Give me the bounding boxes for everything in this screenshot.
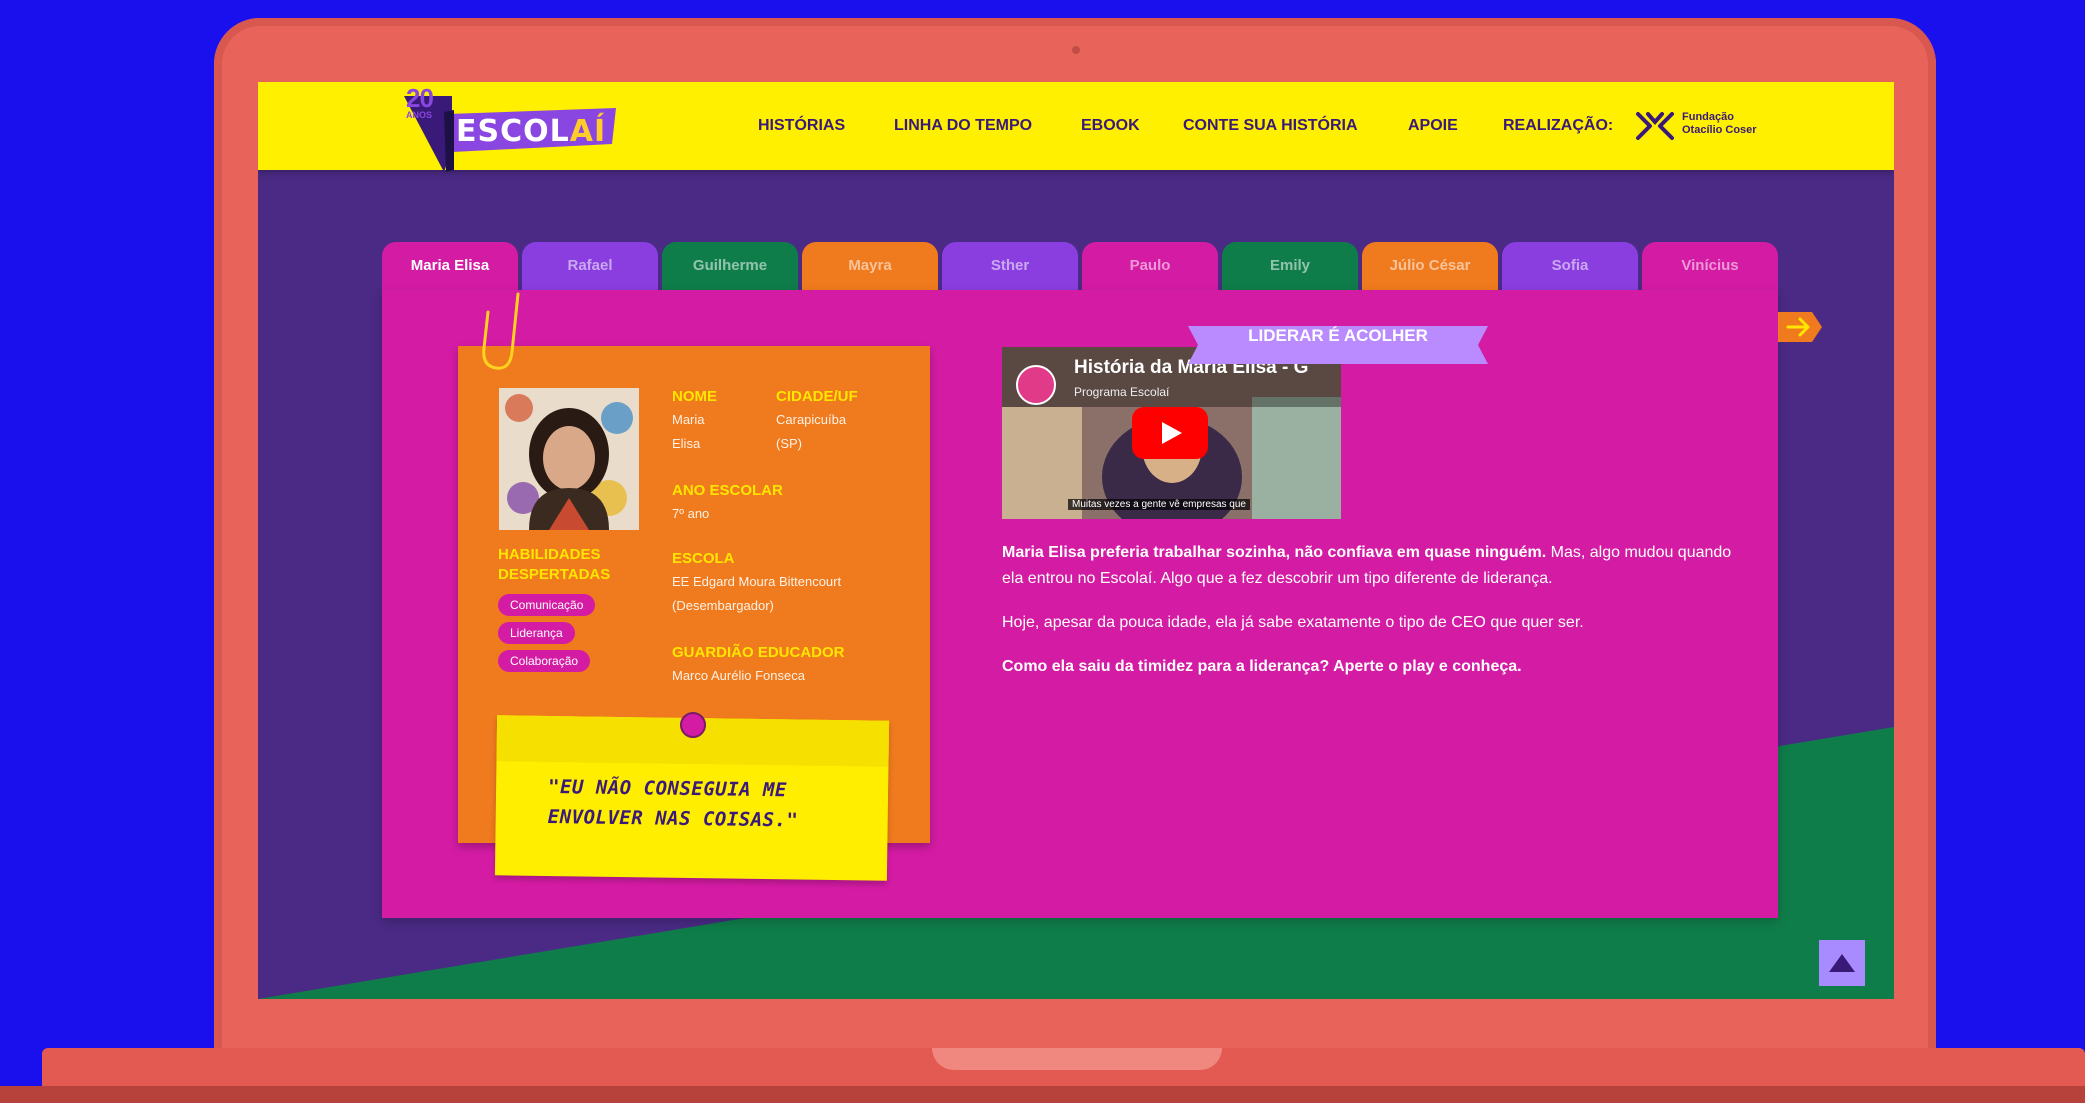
video-caption: Muitas vezes a gente vê empresas que: [1068, 499, 1250, 510]
student-photo: [499, 388, 639, 530]
video-channel-name: Programa Escolaí: [1074, 385, 1170, 399]
tab-maria-elisa[interactable]: Maria Elisa: [382, 242, 518, 290]
cidade-label: CIDADE/UF: [776, 388, 858, 405]
tab-vinicius[interactable]: Vinícius: [1642, 242, 1778, 290]
story-paragraph-2: Hoje, apesar da pouca idade, ela já sabe…: [1002, 614, 1584, 631]
sponsor-line-1: Fundação: [1682, 111, 1734, 123]
paperclip-icon: [482, 292, 520, 370]
skill-badge: Colaboração: [498, 650, 591, 672]
cidade-value-1: Carapicuíba: [776, 412, 847, 427]
escola-value-1: EE Edgard Moura Bittencourt: [672, 574, 842, 589]
headline-ribbon-text: LIDERAR É ACOLHER: [1248, 326, 1428, 345]
laptop-notch: [932, 1048, 1222, 1070]
logo-wordmark-accent: AÍ: [569, 114, 607, 149]
tab-julio-cesar[interactable]: Júlio César: [1362, 242, 1498, 290]
quote-line-1: "EU NÃO CONSEGUIA ME: [547, 775, 788, 802]
scroll-to-top-button[interactable]: [1819, 940, 1865, 986]
nav-historias[interactable]: HISTÓRIAS: [758, 117, 845, 135]
nav-conte-sua-historia[interactable]: CONTE SUA HISTÓRIA: [1183, 117, 1358, 135]
tab-guilherme[interactable]: Guilherme: [662, 242, 798, 290]
sponsor-name: Fundação Otacílio Coser: [1682, 111, 1757, 137]
escola-value-2: (Desembargador): [672, 598, 774, 613]
channel-avatar[interactable]: [1016, 365, 1056, 405]
nav-realizacao-label: REALIZAÇÃO:: [1503, 117, 1614, 134]
logo-wordmark-main: ESCOL: [456, 114, 570, 149]
story-lead: Maria Elisa preferia trabalhar sozinha, …: [1002, 544, 1547, 561]
tab-paulo[interactable]: Paulo: [1082, 242, 1218, 290]
logo-anos: ANOS: [406, 110, 433, 120]
skill-badge: Liderança: [498, 622, 575, 644]
habilidades-label-1: HABILIDADES: [498, 546, 601, 563]
fundacao-logo-icon[interactable]: [1634, 108, 1676, 148]
laptop-base-shadow: [0, 1086, 2085, 1103]
play-button-icon[interactable]: [1132, 407, 1208, 459]
ano-escolar-label: ANO ESCOLAR: [672, 482, 783, 499]
pin-icon: [680, 712, 706, 738]
quote-sticky-note: "EU NÃO CONSEGUIA ME ENVOLVER NAS COISAS…: [494, 715, 890, 881]
youtube-video-embed[interactable]: História da Maria Elisa - G Programa Esc…: [1002, 347, 1341, 519]
nav-ebook[interactable]: EBOOK: [1081, 117, 1140, 135]
next-arrow-icon[interactable]: [1778, 312, 1822, 342]
guardiao-label: GUARDIÃO EDUCADOR: [672, 644, 845, 661]
student-quote: "EU NÃO CONSEGUIA ME ENVOLVER NAS COISAS…: [548, 772, 800, 835]
skill-badge: Comunicação: [498, 594, 596, 616]
site-header: 20 ANOS ESCOLAÍ HISTÓRIAS LINHA DO TEMPO…: [258, 82, 1894, 172]
escola-label: ESCOLA: [672, 550, 735, 567]
logo-number: 20: [406, 83, 434, 113]
tab-emily[interactable]: Emily: [1222, 242, 1358, 290]
nome-value-2: Elisa: [672, 436, 701, 451]
story-call-to-action: Como ela saiu da timidez para a lideranç…: [1002, 658, 1522, 675]
escolai-logo[interactable]: 20 ANOS ESCOLAÍ: [404, 84, 634, 172]
laptop-screen: 20 ANOS ESCOLAÍ HISTÓRIAS LINHA DO TEMPO…: [258, 82, 1894, 999]
cidade-value-2: (SP): [776, 436, 802, 451]
nav-apoie[interactable]: APOIE: [1408, 117, 1458, 135]
sponsor-line-2: Otacílio Coser: [1682, 124, 1757, 136]
logo-wordmark: ESCOLAÍ: [456, 114, 606, 149]
story-paragraph-1: Maria Elisa preferia trabalhar sozinha, …: [1002, 540, 1732, 592]
story-text: Maria Elisa preferia trabalhar sozinha, …: [1002, 540, 1732, 698]
tab-sofia[interactable]: Sofia: [1502, 242, 1638, 290]
habilidades-label-2: DESPERTADAS: [498, 566, 611, 583]
tab-sther[interactable]: Sther: [942, 242, 1078, 290]
quote-line-2: ENVOLVER NAS COISAS.": [547, 805, 799, 832]
laptop-camera: [1072, 46, 1080, 54]
ano-escolar-value: 7º ano: [672, 506, 710, 521]
story-paragraph-3: Como ela saiu da timidez para a lideranç…: [1002, 654, 1732, 680]
nome-label: NOME: [672, 388, 717, 405]
nome-value-1: Maria: [672, 412, 705, 427]
tab-rafael[interactable]: Rafael: [522, 242, 658, 290]
nav-linha-do-tempo[interactable]: LINHA DO TEMPO: [894, 117, 1032, 135]
tab-mayra[interactable]: Mayra: [802, 242, 938, 290]
guardiao-value: Marco Aurélio Fonseca: [672, 668, 805, 683]
